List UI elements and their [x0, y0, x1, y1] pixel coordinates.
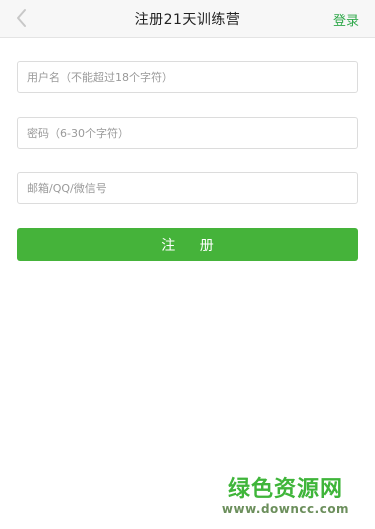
username-field-wrapper	[17, 61, 358, 93]
email-qq-wechat-input[interactable]	[18, 173, 357, 203]
login-link[interactable]: 登录	[333, 10, 359, 29]
password-input[interactable]	[18, 118, 357, 148]
navbar: 注册21天训练营 登录	[0, 0, 375, 38]
watermark-url: www.downcc.com	[221, 502, 350, 516]
watermark-title: 绿色资源网	[227, 477, 343, 502]
password-field-wrapper	[17, 117, 358, 149]
watermark: 绿色资源网 www.downcc.com	[218, 477, 353, 517]
register-screen: 注册21天训练营 登录 注 册 绿色资源网 www.downcc.com	[0, 0, 375, 529]
register-button[interactable]: 注 册	[17, 228, 358, 261]
username-input[interactable]	[18, 62, 357, 92]
page-title: 注册21天训练营	[134, 12, 241, 28]
email-field-wrapper	[17, 172, 358, 204]
